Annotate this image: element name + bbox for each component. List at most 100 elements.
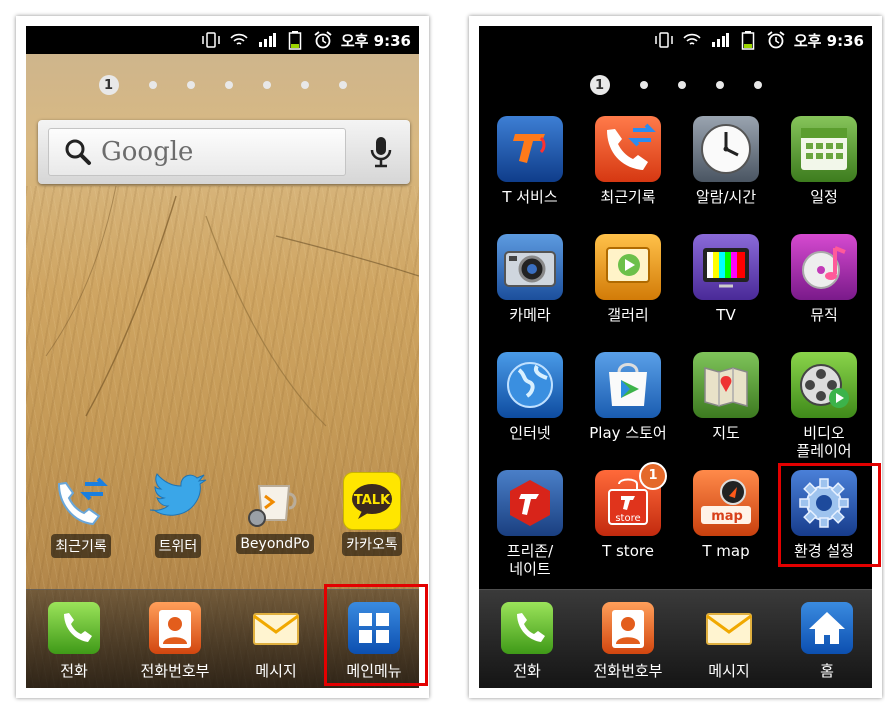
calendar-icon [791, 116, 857, 182]
contacts-icon [149, 602, 201, 654]
status-time: 오후 9:36 [793, 31, 864, 50]
svg-text:TALK: TALK [354, 493, 391, 508]
phone-icon [48, 602, 100, 654]
wifi-icon [682, 30, 702, 50]
page-dot [677, 81, 686, 89]
page-dot [639, 81, 648, 89]
app-alarm-clock[interactable]: 알람/시간 [678, 116, 774, 206]
dock-home[interactable]: 홈 [779, 602, 872, 681]
beyondpod-icon [245, 472, 305, 532]
contacts-icon [602, 602, 654, 654]
app-freezone-nate[interactable]: 프리존/ 네이트 [482, 470, 578, 578]
page-indicator[interactable]: 1 [26, 72, 419, 98]
music-icon [791, 234, 857, 300]
app-label: 알람/시간 [695, 188, 757, 206]
phone-icon [501, 602, 553, 654]
t-map-icon: map [693, 470, 759, 536]
battery-icon [285, 30, 305, 50]
app-label: 일정 [810, 188, 838, 206]
dock-bar: 전화 전화번호부 메시지 홈 [479, 589, 872, 688]
page-indicator[interactable]: 1 [479, 72, 872, 98]
app-drawer-screen: 오후 9:36 1 T 서비스 최근기록 알람/시간 일정 카메라 갤러리 TV… [479, 26, 872, 688]
app-label: Play 스토어 [589, 424, 667, 442]
globe-icon [497, 352, 563, 418]
page-dot [300, 81, 309, 89]
gallery-icon [595, 234, 661, 300]
page-dot [186, 81, 195, 89]
message-icon [703, 602, 755, 654]
dock-phone[interactable]: 전화 [26, 602, 122, 681]
svg-text:store: store [615, 513, 640, 524]
signal-icon [710, 30, 730, 50]
shortcut-label: 최근기록 [51, 534, 111, 558]
app-label: T 서비스 [502, 188, 558, 206]
highlight-main-menu [324, 584, 428, 686]
app-t-map[interactable]: map T map [678, 470, 774, 560]
twitter-bird-icon [148, 472, 208, 532]
page-dot [338, 81, 347, 89]
app-video-player[interactable]: 비디오 플레이어 [776, 352, 872, 460]
page-dot [715, 81, 724, 89]
dock-contacts[interactable]: 전화번호부 [127, 602, 223, 681]
camera-icon [497, 234, 563, 300]
app-t-service[interactable]: T 서비스 [482, 116, 578, 206]
shortcut-label: BeyondPo [236, 534, 314, 554]
app-recent-calls[interactable]: 최근기록 [580, 116, 676, 206]
app-label: 최근기록 [600, 188, 656, 206]
video-player-icon [791, 352, 857, 418]
t-store-icon: store 1 [595, 462, 667, 536]
home-icon [801, 602, 853, 654]
recent-calls-icon [51, 472, 111, 532]
app-maps[interactable]: 지도 [678, 352, 774, 442]
signal-icon [257, 30, 277, 50]
dock-label: 메시지 [255, 662, 297, 680]
dock-label: 홈 [820, 662, 834, 680]
page-dot [753, 81, 762, 89]
dock-messages[interactable]: 메시지 [681, 602, 777, 681]
dock-label: 전화번호부 [593, 662, 663, 680]
app-label: T store [602, 542, 654, 560]
dock-phone[interactable]: 전화 [479, 602, 575, 681]
google-search-widget: Google [38, 120, 410, 184]
clock-icon [693, 116, 759, 182]
page-indicator-current: 1 [589, 75, 610, 95]
shortcut-kakaotalk[interactable]: TALK 카카오톡 [329, 472, 415, 556]
app-camera[interactable]: 카메라 [482, 234, 578, 324]
kakaotalk-icon: TALK [343, 472, 401, 530]
app-label: TV [716, 306, 736, 324]
app-play-store[interactable]: Play 스토어 [580, 352, 676, 442]
vibrate-icon [201, 30, 221, 50]
battery-icon [738, 30, 758, 50]
svg-text:map: map [711, 509, 743, 524]
app-label: 지도 [712, 424, 740, 442]
dock-label: 전화 [60, 662, 88, 680]
microphone-icon[interactable] [366, 134, 396, 170]
status-bar: 오후 9:36 [479, 26, 872, 54]
dock-contacts[interactable]: 전화번호부 [580, 602, 676, 681]
shortcut-twitter[interactable]: 트위터 [135, 472, 221, 558]
recent-calls-icon [595, 116, 661, 182]
app-music[interactable]: 뮤직 [776, 234, 872, 324]
alarm-icon [766, 30, 786, 50]
app-gallery[interactable]: 갤러리 [580, 234, 676, 324]
t-service-icon [497, 116, 563, 182]
message-icon [250, 602, 302, 654]
app-tv[interactable]: TV [678, 234, 774, 324]
notification-badge: 1 [639, 462, 667, 490]
app-internet[interactable]: 인터넷 [482, 352, 578, 442]
app-label: 카메라 [509, 306, 551, 324]
alarm-icon [313, 30, 333, 50]
app-label: T map [702, 542, 750, 560]
google-search-field[interactable]: Google [48, 128, 346, 176]
search-icon [65, 139, 91, 165]
shortcut-recent-calls[interactable]: 최근기록 [38, 472, 124, 558]
play-store-icon [595, 352, 661, 418]
dock-messages[interactable]: 메시지 [228, 602, 324, 681]
page-dot [262, 81, 271, 89]
page-dot [148, 81, 157, 89]
app-t-store[interactable]: store 1 T store [580, 462, 676, 560]
shortcut-beyondpod[interactable]: BeyondPo [232, 472, 318, 554]
page-indicator-current: 1 [98, 75, 119, 95]
app-calendar[interactable]: 일정 [776, 116, 872, 206]
app-label: 갤러리 [607, 306, 649, 324]
